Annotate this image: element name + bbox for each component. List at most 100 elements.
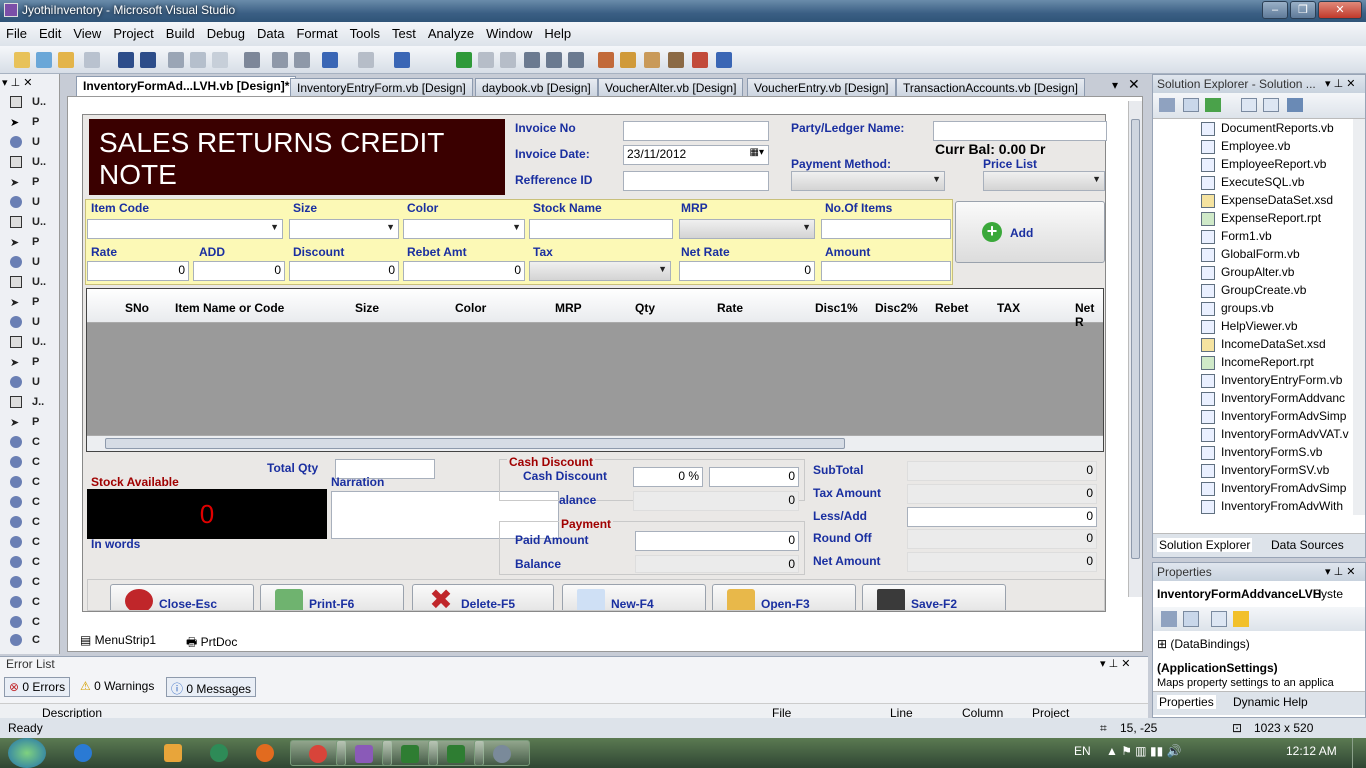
warnings-filter-button[interactable]: ⚠ 0 Warnings [76,677,158,697]
toolbox-item[interactable]: U.. [8,214,56,232]
rebet-amt-input[interactable]: 0 [403,261,525,281]
delete-button[interactable]: ✖ Delete-F5 [412,584,554,610]
toolbox-item[interactable]: ➤ P [8,174,56,192]
close-button[interactable]: Close-Esc [110,584,254,610]
menu-test[interactable]: Test [386,22,422,41]
col-color[interactable]: Color [455,301,486,315]
file-item[interactable]: Form1.vb [1201,229,1272,244]
col-item-name[interactable]: Item Name or Code [175,301,284,315]
print-button[interactable]: Print-F6 [260,584,404,610]
find-in-files-icon[interactable] [598,52,614,68]
menu-window[interactable]: Window [480,22,538,41]
toolbox-item[interactable]: U.. [8,94,56,112]
undo-icon[interactable] [322,52,338,68]
properties-view-icon[interactable] [1211,611,1227,627]
tab-voucher-alter[interactable]: VoucherAlter.vb [Design] [598,78,744,98]
events-icon[interactable] [1233,611,1249,627]
find-icon[interactable] [244,52,260,68]
size-select[interactable] [289,219,399,239]
clock[interactable]: 12:12 AM [1286,744,1337,758]
tab-inventory-form-advance[interactable]: InventoryFormAd...LVH.vb [Design]* [76,76,297,98]
price-list-select[interactable] [983,171,1105,191]
save-button[interactable]: Save-F2 [862,584,1006,610]
step-into-icon[interactable] [524,52,540,68]
error-list-pin-icon[interactable]: ▾ ⊥ ✕ [1100,657,1130,670]
menu-project[interactable]: Project [107,22,159,41]
pause-icon[interactable] [478,52,494,68]
menu-analyze[interactable]: Analyze [422,22,480,41]
toolbox-item[interactable]: C [8,514,56,532]
tray-icons[interactable]: ▲ ⚑ ▥ ▮▮ 🔊 [1106,744,1181,758]
open-button[interactable]: Open-F3 [712,584,856,610]
file-item[interactable]: GroupAlter.vb [1201,265,1294,280]
menu-data[interactable]: Data [251,22,290,41]
toolbox-item[interactable]: U [8,254,56,272]
toolbox-item[interactable]: C [8,454,56,472]
add-new-item-icon[interactable] [84,52,100,68]
stock-name-input[interactable] [529,219,673,239]
paste-icon[interactable] [212,52,228,68]
file-item[interactable]: ExecuteSQL.vb [1201,175,1304,190]
file-item[interactable]: IncomeDataSet.xsd [1201,337,1326,352]
col-qty[interactable]: Qty [635,301,655,315]
amount-input[interactable] [821,261,951,281]
file-item[interactable]: HelpViewer.vb [1201,319,1298,334]
new-button[interactable]: New-F4 [562,584,706,610]
file-item[interactable]: ExpenseReport.rpt [1201,211,1321,226]
discount-input[interactable]: 0 [289,261,399,281]
col-rate[interactable]: Rate [717,301,743,315]
class-diagram-icon[interactable] [1287,98,1303,112]
menu-file[interactable]: File [0,22,33,41]
toolbox-item[interactable]: U [8,374,56,392]
new-project-icon[interactable] [14,52,30,68]
invoice-date-picker[interactable]: 23/11/2012 ▦▾ [623,145,769,165]
file-item[interactable]: IncomeReport.rpt [1201,355,1314,370]
col-disc2[interactable]: Disc2% [875,301,918,315]
redo-icon[interactable] [358,52,374,68]
menu-debug[interactable]: Debug [201,22,251,41]
invoice-no-input[interactable] [623,121,769,141]
refresh-icon[interactable] [1205,98,1221,112]
file-item[interactable]: ExpenseDataSet.xsd [1201,193,1333,208]
items-grid[interactable]: SNo Item Name or Code Size Color MRP Qty… [86,288,1104,452]
vertical-scrollbar[interactable] [1128,101,1142,597]
col-sno[interactable]: SNo [125,301,149,315]
paid-amount-input[interactable]: 0 [635,531,799,551]
errors-filter-button[interactable]: ⊗ 0 Errors [4,677,71,697]
col-rebet[interactable]: Rebet [935,301,968,315]
properties-pin-icon[interactable]: ▾ ⊥ ✕ [1325,565,1355,578]
cash-discount-percent-input[interactable]: 0 % [633,467,703,487]
toolbox-item[interactable]: U [8,134,56,152]
show-all-files-icon[interactable] [1183,98,1199,112]
toolbox-item[interactable]: ➤ P [8,414,56,432]
toolbox-item[interactable]: C [8,534,56,552]
menu-tools[interactable]: Tools [344,22,386,41]
less-add-input[interactable]: 0 [907,507,1097,527]
toolbox-item[interactable]: U.. [8,154,56,172]
save-all-icon[interactable] [140,52,156,68]
col-net-rate[interactable]: Net R [1075,301,1103,329]
view-code-icon[interactable] [1241,98,1257,112]
open-file-icon[interactable] [58,52,74,68]
file-item[interactable]: Employee.vb [1201,139,1290,154]
toolbox-item[interactable]: U.. [8,334,56,352]
toolbox-pin-icon[interactable]: ▾ ⊥ ✕ [2,76,32,89]
toolbox-item[interactable]: ➤ P [8,114,56,132]
property-databindings[interactable]: ⊞ (DataBindings) [1157,637,1250,651]
col-tax[interactable]: TAX [997,301,1020,315]
stop-icon[interactable] [500,52,516,68]
add-button[interactable]: + Add [955,201,1105,263]
cut-icon[interactable] [168,52,184,68]
expand-icon[interactable]: ⊞ [1157,637,1170,651]
comment-icon[interactable] [272,52,288,68]
mrp-select[interactable] [679,219,815,239]
add-input[interactable]: 0 [193,261,285,281]
save-icon[interactable] [118,52,134,68]
categorized-icon[interactable] [1161,611,1177,627]
calendar-icon[interactable]: ▦▾ [750,147,764,158]
file-item[interactable]: GlobalForm.vb [1201,247,1300,262]
tab-inventory-entry-form[interactable]: InventoryEntryForm.vb [Design] [290,78,473,98]
panel-pin-icon[interactable]: ▾ ⊥ ✕ [1325,77,1355,90]
start-debugging-icon[interactable] [456,52,472,68]
toolbox-item[interactable]: C [8,554,56,572]
